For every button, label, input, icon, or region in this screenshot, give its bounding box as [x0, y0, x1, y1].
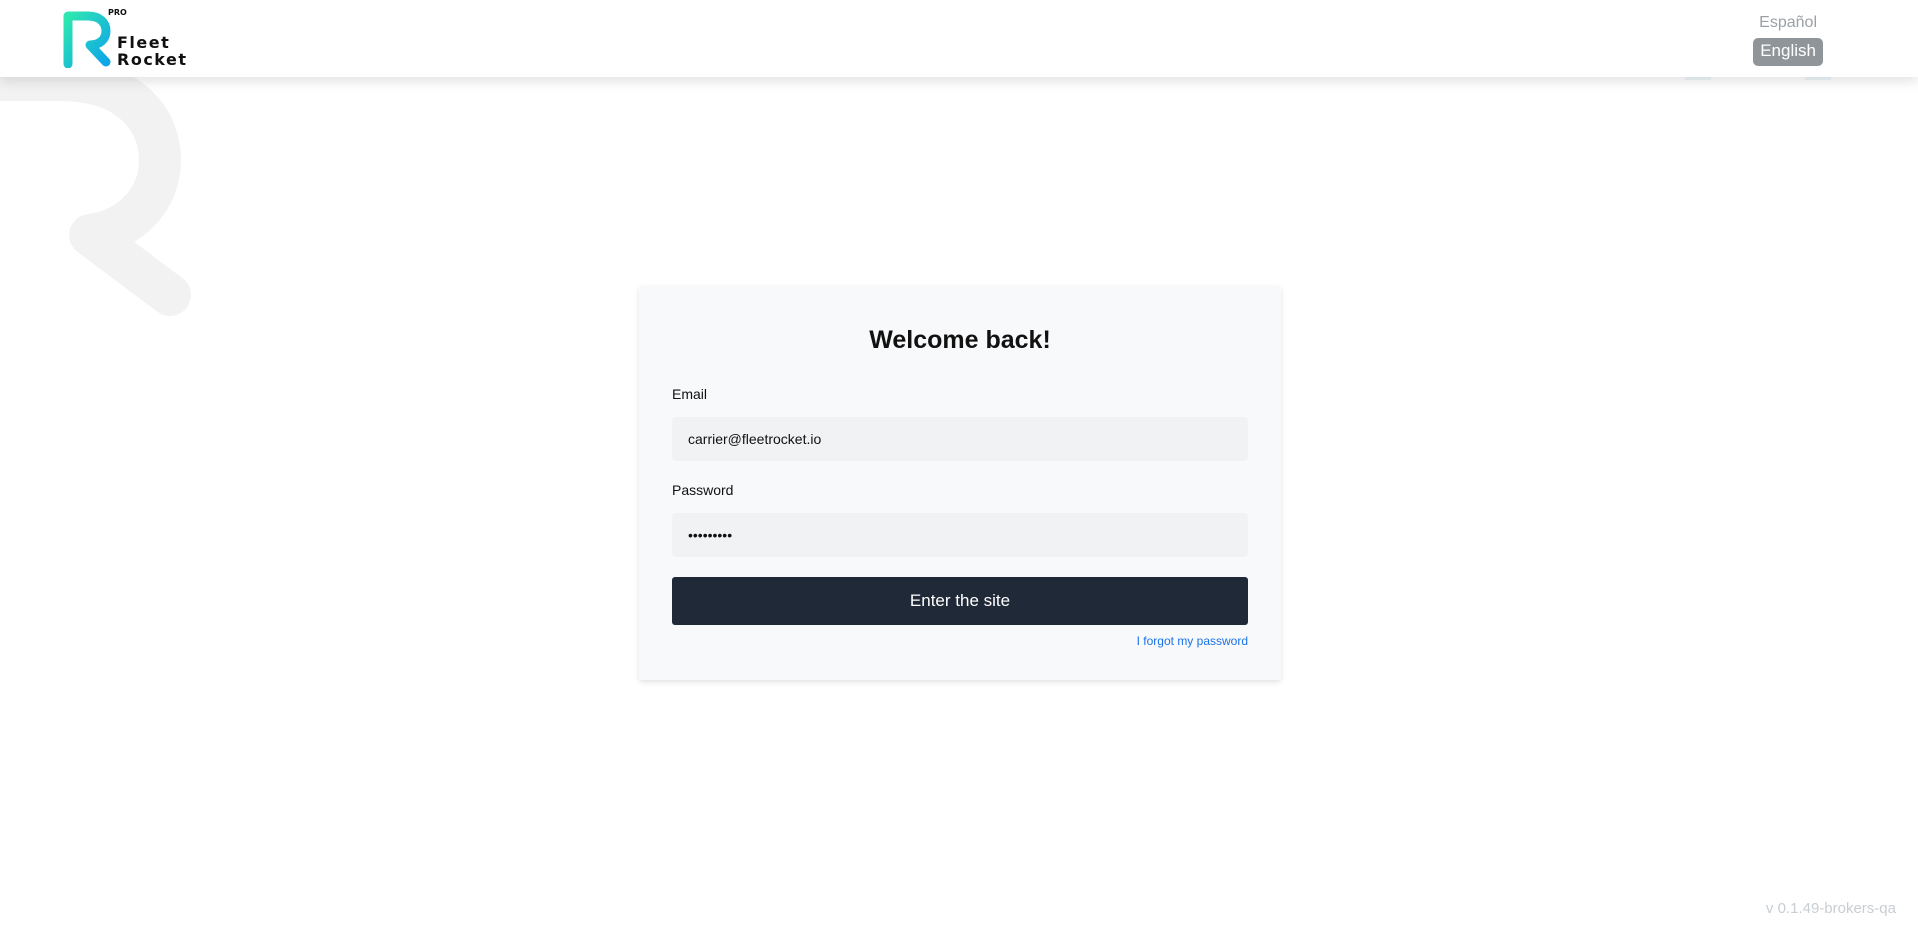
- background-logo-watermark: [0, 59, 191, 316]
- logo-word-fleet: Fleet: [117, 33, 171, 52]
- logo-pro-badge: PRO: [108, 8, 127, 17]
- login-title: Welcome back!: [869, 326, 1051, 354]
- version-label: v 0.1.49-brokers-qa: [1765, 900, 1896, 917]
- language-option-english[interactable]: English: [1753, 38, 1823, 66]
- email-label: Email: [672, 386, 708, 402]
- fleet-rocket-logo[interactable]: PRO Fleet Rocket: [62, 8, 192, 70]
- password-label: Password: [672, 482, 734, 498]
- top-header: PRO Fleet Rocket Español English: [0, 0, 1918, 77]
- password-field[interactable]: [672, 513, 1248, 557]
- enter-site-button[interactable]: Enter the site: [672, 577, 1248, 625]
- email-field[interactable]: [672, 417, 1248, 461]
- language-option-espanol[interactable]: Español: [1753, 12, 1823, 34]
- logo-wordmark: Fleet Rocket: [117, 34, 188, 68]
- logo-r-icon: [63, 11, 111, 68]
- login-card: Welcome back! Email Password Enter the s…: [639, 286, 1281, 680]
- forgot-password-link[interactable]: I forgot my password: [1137, 634, 1248, 648]
- language-switcher: Español English: [1753, 12, 1823, 66]
- logo-word-rocket: Rocket: [117, 50, 188, 69]
